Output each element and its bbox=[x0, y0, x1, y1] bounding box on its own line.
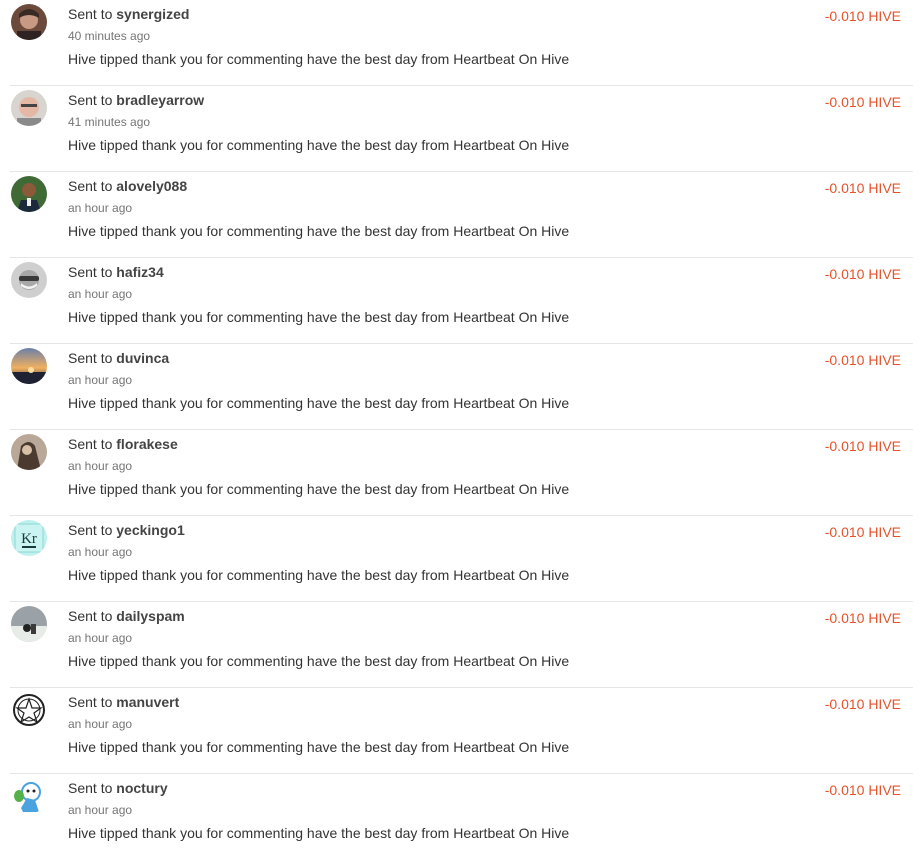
recipient-line: Sent to noctury bbox=[68, 780, 168, 796]
amount: -0.010 HIVE bbox=[824, 438, 901, 454]
recipient-line: Sent to bradleyarrow bbox=[68, 92, 204, 108]
amount: -0.010 HIVE bbox=[824, 94, 901, 110]
sent-to-label: Sent to bbox=[68, 350, 113, 366]
recipient-line: Sent to yeckingo1 bbox=[68, 522, 185, 538]
transaction-row: Sent to synergized 40 minutes ago Hive t… bbox=[10, 0, 913, 86]
amount: -0.010 HIVE bbox=[824, 524, 901, 540]
recipient-line: Sent to synergized bbox=[68, 6, 189, 22]
recipient-link[interactable]: alovely088 bbox=[116, 178, 187, 194]
memo-text: Hive tipped thank you for commenting hav… bbox=[68, 481, 570, 497]
timestamp: 41 minutes ago bbox=[68, 115, 151, 129]
recipient-line: Sent to manuvert bbox=[68, 694, 179, 710]
recipient-line: Sent to florakese bbox=[68, 436, 178, 452]
amount: -0.010 HIVE bbox=[824, 180, 901, 196]
avatar-text: Kr bbox=[21, 531, 37, 547]
transaction-row: Kr Sent to yeckingo1 an hour ago Hive ti… bbox=[10, 516, 913, 602]
memo-text: Hive tipped thank you for commenting hav… bbox=[68, 739, 570, 755]
avatar[interactable] bbox=[11, 778, 47, 814]
avatar[interactable]: Kr bbox=[11, 520, 47, 556]
recipient-line: Sent to duvinca bbox=[68, 350, 169, 366]
timestamp: an hour ago bbox=[68, 545, 133, 559]
sent-to-label: Sent to bbox=[68, 178, 113, 194]
timestamp: an hour ago bbox=[68, 631, 133, 645]
avatar[interactable] bbox=[11, 606, 47, 642]
avatar[interactable] bbox=[11, 692, 47, 728]
transaction-row: Sent to alovely088 an hour ago Hive tipp… bbox=[10, 172, 913, 258]
timestamp: an hour ago bbox=[68, 459, 133, 473]
amount: -0.010 HIVE bbox=[824, 266, 901, 282]
memo-text: Hive tipped thank you for commenting hav… bbox=[68, 825, 570, 841]
avatar[interactable] bbox=[11, 90, 47, 126]
avatar[interactable] bbox=[11, 348, 47, 384]
sent-to-label: Sent to bbox=[68, 264, 113, 280]
recipient-link[interactable]: yeckingo1 bbox=[116, 522, 184, 538]
recipient-line: Sent to dailyspam bbox=[68, 608, 185, 624]
avatar[interactable] bbox=[11, 176, 47, 212]
transaction-row: Sent to florakese an hour ago Hive tippe… bbox=[10, 430, 913, 516]
recipient-line: Sent to alovely088 bbox=[68, 178, 187, 194]
sent-to-label: Sent to bbox=[68, 522, 113, 538]
recipient-link[interactable]: dailyspam bbox=[116, 608, 184, 624]
recipient-link[interactable]: duvinca bbox=[116, 350, 169, 366]
memo-text: Hive tipped thank you for commenting hav… bbox=[68, 223, 570, 239]
avatar[interactable] bbox=[11, 434, 47, 470]
timestamp: an hour ago bbox=[68, 201, 133, 215]
timestamp: an hour ago bbox=[68, 803, 133, 817]
recipient-link[interactable]: manuvert bbox=[116, 694, 179, 710]
amount: -0.010 HIVE bbox=[824, 610, 901, 626]
memo-text: Hive tipped thank you for commenting hav… bbox=[68, 653, 570, 669]
recipient-link[interactable]: florakese bbox=[116, 436, 177, 452]
recipient-link[interactable]: synergized bbox=[116, 6, 189, 22]
recipient-link[interactable]: bradleyarrow bbox=[116, 92, 204, 108]
transaction-list: Sent to synergized 40 minutes ago Hive t… bbox=[10, 0, 913, 860]
timestamp: an hour ago bbox=[68, 717, 133, 731]
amount: -0.010 HIVE bbox=[824, 782, 901, 798]
transaction-row: Sent to manuvert an hour ago Hive tipped… bbox=[10, 688, 913, 774]
sent-to-label: Sent to bbox=[68, 780, 113, 796]
sent-to-label: Sent to bbox=[68, 92, 113, 108]
amount: -0.010 HIVE bbox=[824, 352, 901, 368]
sent-to-label: Sent to bbox=[68, 6, 113, 22]
timestamp: an hour ago bbox=[68, 287, 133, 301]
avatar[interactable] bbox=[11, 4, 47, 40]
avatar[interactable] bbox=[11, 262, 47, 298]
sent-to-label: Sent to bbox=[68, 608, 113, 624]
transaction-row: Sent to noctury an hour ago Hive tipped … bbox=[10, 774, 913, 860]
memo-text: Hive tipped thank you for commenting hav… bbox=[68, 309, 570, 325]
memo-text: Hive tipped thank you for commenting hav… bbox=[68, 137, 570, 153]
transaction-row: Sent to duvinca an hour ago Hive tipped … bbox=[10, 344, 913, 430]
transaction-row: Sent to dailyspam an hour ago Hive tippe… bbox=[10, 602, 913, 688]
amount: -0.010 HIVE bbox=[824, 696, 901, 712]
timestamp: an hour ago bbox=[68, 373, 133, 387]
recipient-line: Sent to hafiz34 bbox=[68, 264, 164, 280]
recipient-link[interactable]: hafiz34 bbox=[116, 264, 163, 280]
transaction-row: Sent to bradleyarrow 41 minutes ago Hive… bbox=[10, 86, 913, 172]
transaction-row: Sent to hafiz34 an hour ago Hive tipped … bbox=[10, 258, 913, 344]
recipient-link[interactable]: noctury bbox=[116, 780, 167, 796]
memo-text: Hive tipped thank you for commenting hav… bbox=[68, 395, 570, 411]
memo-text: Hive tipped thank you for commenting hav… bbox=[68, 51, 570, 67]
sent-to-label: Sent to bbox=[68, 694, 113, 710]
sent-to-label: Sent to bbox=[68, 436, 113, 452]
amount: -0.010 HIVE bbox=[824, 8, 901, 24]
memo-text: Hive tipped thank you for commenting hav… bbox=[68, 567, 570, 583]
timestamp: 40 minutes ago bbox=[68, 29, 151, 43]
